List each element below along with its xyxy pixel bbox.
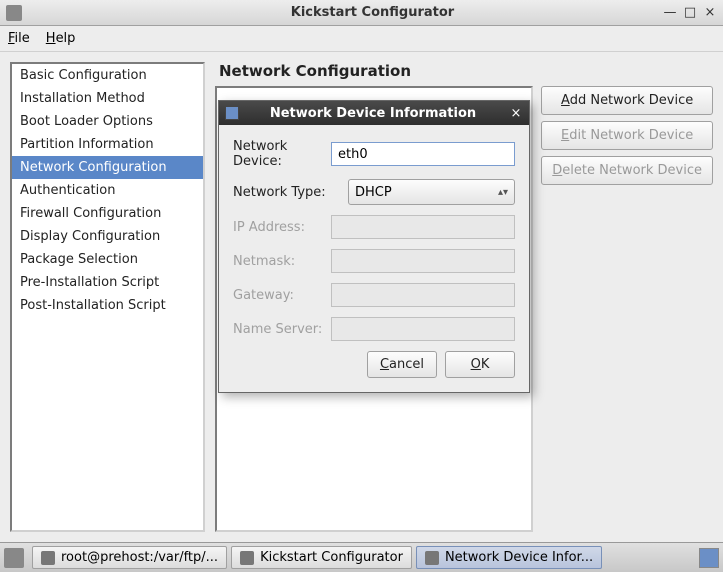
edit-device-button[interactable]: Edit Network Device [541, 121, 713, 150]
sidebar-item-install-method[interactable]: Installation Method [12, 87, 203, 110]
taskbar: root@prehost:/var/ftp/... Kickstart Conf… [0, 542, 723, 572]
sidebar-item-network[interactable]: Network Configuration [12, 156, 203, 179]
row-type: Network Type: DHCP ▴▾ [233, 179, 515, 205]
combo-network-type[interactable]: DHCP ▴▾ [348, 179, 515, 205]
label-device: Network Device: [233, 139, 331, 169]
sidebar-item-auth[interactable]: Authentication [12, 179, 203, 202]
dialog-titlebar: Network Device Information × [219, 101, 529, 125]
app-icon [240, 551, 254, 565]
menubar: File Help [0, 26, 723, 52]
dialog-close-button[interactable]: × [507, 104, 525, 122]
dialog-icon [225, 106, 239, 120]
label-gateway: Gateway: [233, 288, 331, 303]
row-nameserver: Name Server: [233, 317, 515, 341]
task-kickstart[interactable]: Kickstart Configurator [231, 546, 412, 569]
input-ip [331, 215, 515, 239]
menu-file[interactable]: File [8, 31, 30, 46]
section-list[interactable]: Basic Configuration Installation Method … [10, 62, 205, 532]
sidebar-item-display[interactable]: Display Configuration [12, 225, 203, 248]
network-device-dialog: Network Device Information × Network Dev… [218, 100, 530, 393]
row-device: Network Device: [233, 139, 515, 169]
row-netmask: Netmask: [233, 249, 515, 273]
input-gateway [331, 283, 515, 307]
delete-device-button[interactable]: Delete Network Device [541, 156, 713, 185]
systray-icon[interactable] [699, 548, 719, 568]
ok-button[interactable]: OK [445, 351, 515, 378]
menu-help[interactable]: Help [46, 31, 76, 46]
sidebar-item-partition[interactable]: Partition Information [12, 133, 203, 156]
task-dialog[interactable]: Network Device Infor... [416, 546, 602, 569]
sidebar-item-boot-loader[interactable]: Boot Loader Options [12, 110, 203, 133]
task-terminal[interactable]: root@prehost:/var/ftp/... [32, 546, 227, 569]
maximize-button[interactable]: □ [681, 4, 699, 20]
add-device-button[interactable]: Add Network Device [541, 86, 713, 115]
combo-value: DHCP [355, 185, 392, 200]
terminal-icon [41, 551, 55, 565]
device-buttons: Add Network Device Edit Network Device D… [533, 86, 713, 532]
sidebar-item-packages[interactable]: Package Selection [12, 248, 203, 271]
dialog-actions: Cancel OK [233, 351, 515, 378]
section-title: Network Configuration [215, 62, 713, 80]
dialog-title: Network Device Information [239, 106, 507, 121]
sidebar-item-postinstall[interactable]: Post-Installation Script [12, 294, 203, 317]
label-nameserver: Name Server: [233, 322, 331, 337]
sidebar-item-basic[interactable]: Basic Configuration [12, 64, 203, 87]
dialog-body: Network Device: Network Type: DHCP ▴▾ IP… [219, 125, 529, 392]
task-label: Network Device Infor... [445, 550, 593, 565]
row-gateway: Gateway: [233, 283, 515, 307]
input-nameserver [331, 317, 515, 341]
app-icon [6, 5, 22, 21]
window-title: Kickstart Configurator [22, 5, 723, 20]
label-type: Network Type: [233, 185, 348, 200]
close-button[interactable]: × [701, 4, 719, 20]
tray-icon[interactable] [4, 548, 24, 568]
input-device[interactable] [331, 142, 515, 166]
label-netmask: Netmask: [233, 254, 331, 269]
window-controls: — □ × [661, 4, 719, 20]
label-ip: IP Address: [233, 220, 331, 235]
input-netmask [331, 249, 515, 273]
task-label: root@prehost:/var/ftp/... [61, 550, 218, 565]
window-icon [425, 551, 439, 565]
cancel-button[interactable]: Cancel [367, 351, 437, 378]
chevron-updown-icon: ▴▾ [498, 187, 508, 198]
task-label: Kickstart Configurator [260, 550, 403, 565]
window-titlebar: Kickstart Configurator — □ × [0, 0, 723, 26]
row-ip: IP Address: [233, 215, 515, 239]
minimize-button[interactable]: — [661, 4, 679, 20]
sidebar-item-firewall[interactable]: Firewall Configuration [12, 202, 203, 225]
sidebar-item-preinstall[interactable]: Pre-Installation Script [12, 271, 203, 294]
